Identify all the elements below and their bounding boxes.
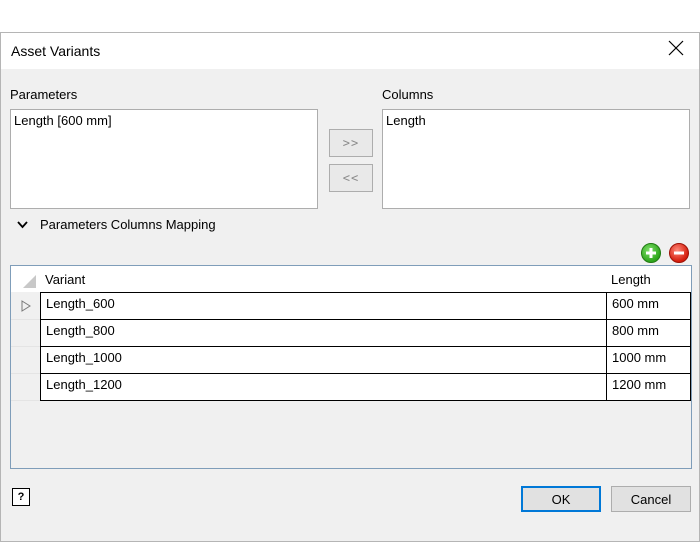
asset-variants-dialog: Asset Variants Parameters Length [600 mm… [0, 32, 700, 542]
parameters-list[interactable]: Length [600 mm] [10, 109, 318, 209]
column-item[interactable]: Length [386, 112, 686, 129]
title-bar: Asset Variants [1, 33, 699, 69]
parameter-item[interactable]: Length [600 mm] [14, 112, 314, 129]
grid-header: Variant Length [11, 266, 691, 292]
plus-icon [646, 248, 656, 258]
variants-grid: Variant Length Length_600 600 mm Length_… [10, 265, 692, 469]
length-cell[interactable]: 600 mm [606, 292, 691, 320]
row-header[interactable] [11, 292, 41, 320]
variant-cell[interactable]: Length_800 [40, 319, 607, 347]
columns-label: Columns [382, 87, 434, 102]
chevron-down-icon [17, 220, 28, 228]
row-header[interactable] [11, 373, 41, 401]
mapping-label: Parameters Columns Mapping [40, 217, 216, 232]
variant-cell[interactable]: Length_1000 [40, 346, 607, 374]
remove-column-button[interactable]: << [329, 164, 373, 192]
columns-list[interactable]: Length [382, 109, 690, 209]
length-cell[interactable]: 800 mm [606, 319, 691, 347]
parameters-label: Parameters [10, 87, 78, 102]
mapping-section-header[interactable]: Parameters Columns Mapping [17, 217, 216, 232]
row-header[interactable] [11, 346, 41, 374]
close-button[interactable] [653, 33, 699, 63]
variant-cell[interactable]: Length_1200 [40, 373, 607, 401]
help-button[interactable]: ? [12, 488, 30, 506]
row-header[interactable] [11, 319, 41, 347]
current-row-arrow-icon [21, 299, 31, 312]
corner-triangle-icon [23, 275, 36, 288]
select-all-corner[interactable] [11, 266, 41, 292]
add-row-button[interactable] [641, 243, 661, 263]
length-cell[interactable]: 1000 mm [606, 346, 691, 374]
cancel-button[interactable]: Cancel [611, 486, 691, 512]
dialog-title: Asset Variants [11, 43, 101, 59]
length-column-header[interactable]: Length [611, 272, 651, 287]
variant-cell[interactable]: Length_600 [40, 292, 607, 320]
add-column-button[interactable]: >> [329, 129, 373, 157]
length-cell[interactable]: 1200 mm [606, 373, 691, 401]
minus-icon [674, 251, 684, 255]
variant-column-header[interactable]: Variant [45, 272, 85, 287]
ok-button[interactable]: OK [521, 486, 601, 512]
close-icon [668, 40, 684, 56]
remove-row-button[interactable] [669, 243, 689, 263]
